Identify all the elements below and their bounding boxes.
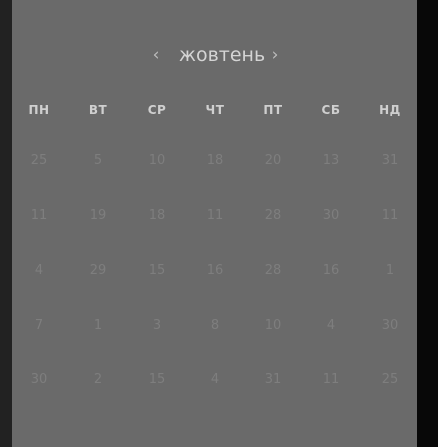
right-edge [417,0,438,447]
weekday-header-row: ПН ВТ СР ЧТ ПТ СБ НД [12,100,417,120]
day-cell[interactable]: 30 [370,314,410,338]
day-cell[interactable]: 16 [195,259,235,283]
day-cell[interactable]: 4 [195,368,235,392]
day-cell[interactable]: 16 [311,259,351,283]
day-cell[interactable]: 31 [370,149,410,173]
weekday-label: ПН [28,103,50,117]
day-cell[interactable]: 25 [19,149,59,173]
calendar-panel: ‹ жовтень › ПН ВТ СР ЧТ ПТ СБ НД 25 5 10 18 20 13 31… [12,0,417,447]
day-cell[interactable]: 4 [19,259,59,283]
day-cell[interactable]: 7 [19,314,59,338]
day-cell[interactable]: 10 [253,314,293,338]
day-cell[interactable]: 31 [253,368,293,392]
day-cell[interactable]: 11 [370,204,410,228]
day-cell[interactable]: 1 [78,314,118,338]
day-cell[interactable]: 28 [253,204,293,228]
day-cell[interactable]: 30 [19,368,59,392]
day-cell[interactable]: 4 [311,314,351,338]
day-cell[interactable]: 1 [370,259,410,283]
day-cell[interactable]: 10 [137,149,177,173]
month-title: жовтень [178,44,266,66]
day-cell[interactable]: 11 [311,368,351,392]
day-cell[interactable]: 3 [137,314,177,338]
day-cell[interactable]: 18 [195,149,235,173]
day-cell[interactable]: 15 [137,368,177,392]
weekday-label: НД [379,103,401,117]
day-cell[interactable]: 18 [137,204,177,228]
app-frame: ‹ жовтень › ПН ВТ СР ЧТ ПТ СБ НД 25 5 10 18 20 13 31… [0,0,438,447]
day-cell[interactable]: 15 [137,259,177,283]
weekday-label: СР [147,103,167,117]
day-cell[interactable]: 5 [78,149,118,173]
day-cell[interactable]: 13 [311,149,351,173]
weekday-label: ВТ [88,103,108,117]
weekday-label: СБ [321,103,341,117]
prev-month-chevron-icon[interactable]: ‹ [146,42,166,68]
day-cell[interactable]: 2 [78,368,118,392]
left-edge [0,0,12,447]
day-cell[interactable]: 11 [195,204,235,228]
day-cell[interactable]: 19 [78,204,118,228]
day-cell[interactable]: 30 [311,204,351,228]
calendar-header: ‹ жовтень › [12,38,417,72]
weekday-label: ПТ [263,103,283,117]
day-cell[interactable]: 25 [370,368,410,392]
day-cell[interactable]: 8 [195,314,235,338]
weekday-label: ЧТ [205,103,225,117]
day-cell[interactable]: 28 [253,259,293,283]
next-month-chevron-icon[interactable]: › [265,42,285,68]
day-cell[interactable]: 20 [253,149,293,173]
day-cell[interactable]: 29 [78,259,118,283]
day-cell[interactable]: 11 [19,204,59,228]
